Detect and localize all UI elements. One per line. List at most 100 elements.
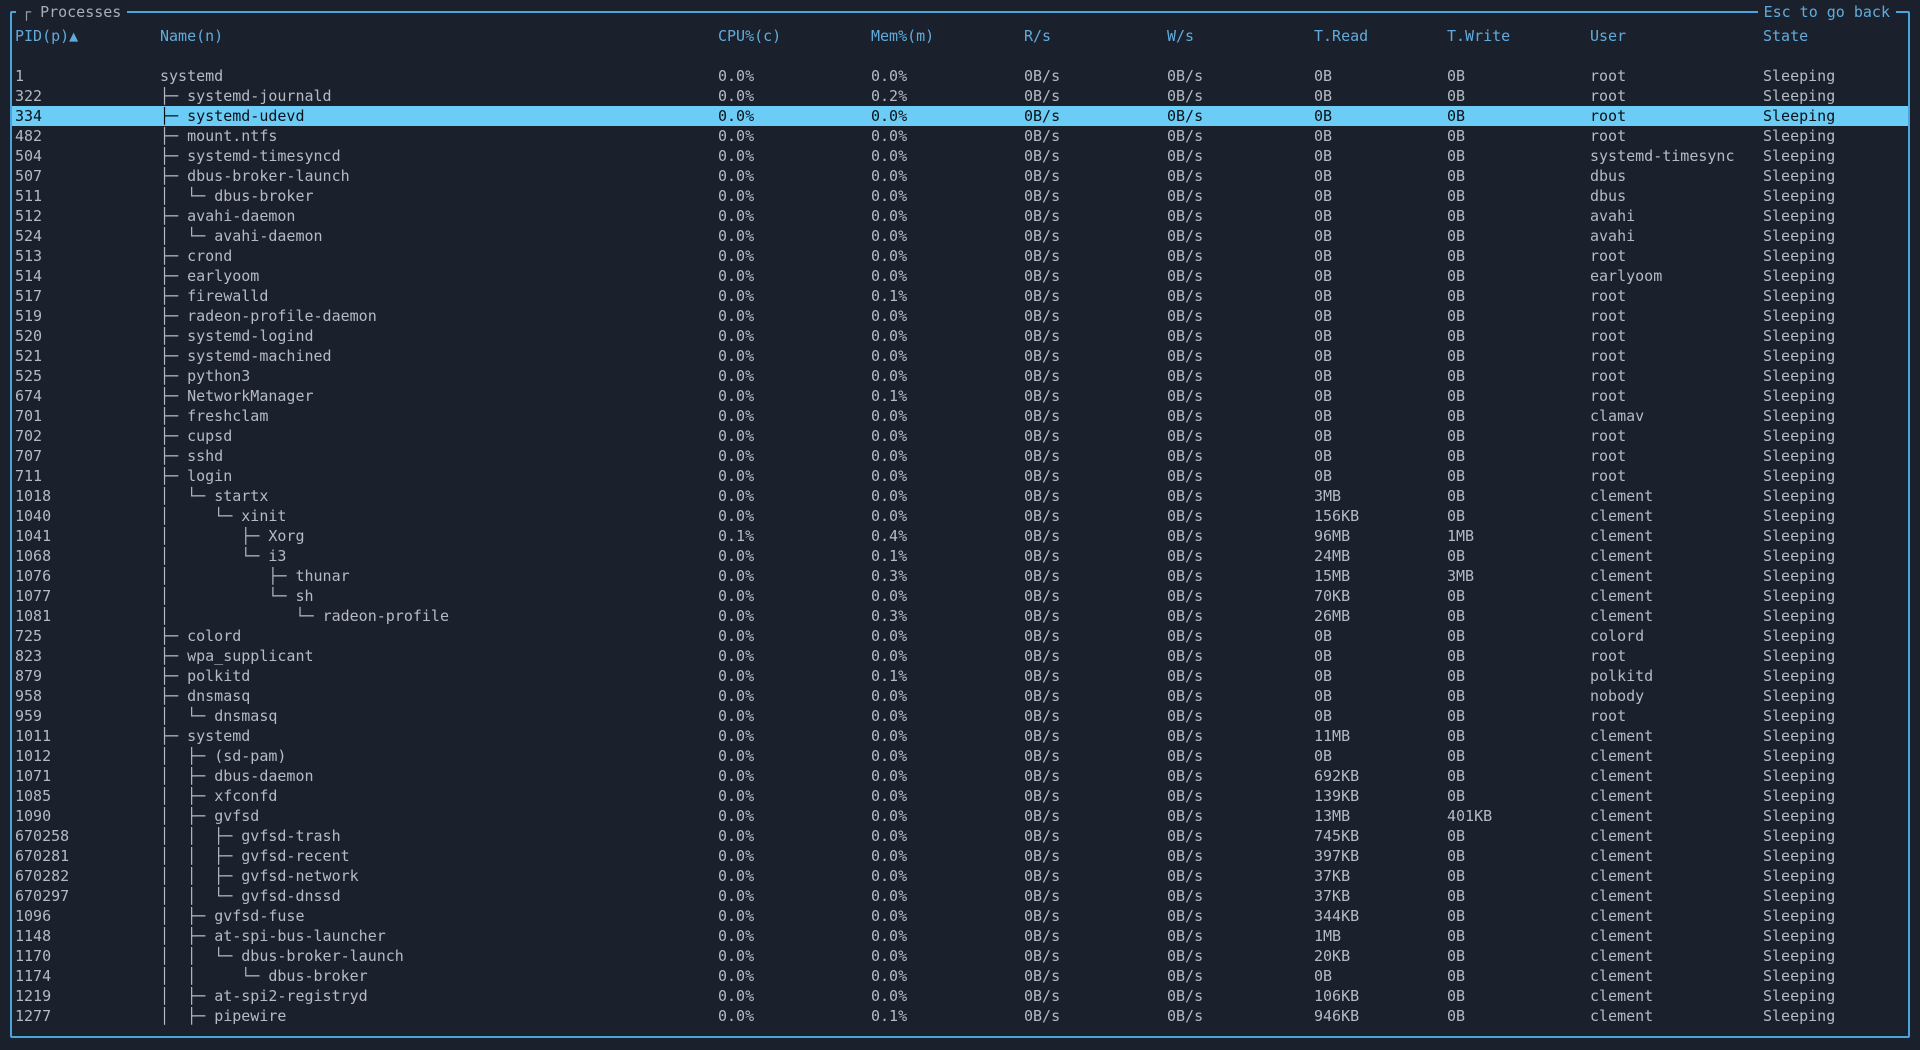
process-name: gvfsd-network xyxy=(241,867,358,885)
process-row[interactable]: 334 ├─ systemd-udevd 0.0% 0.0% 0B/s 0B/s… xyxy=(12,106,1908,126)
total-read-cell: 745KB xyxy=(1314,826,1447,846)
name-cell: │ │ └─ gvfsd-dnssd xyxy=(160,886,718,906)
process-row[interactable]: 701 ├─ freshclam 0.0% 0.0% 0B/s 0B/s 0B … xyxy=(12,406,1908,426)
state-cell: Sleeping xyxy=(1763,646,1908,666)
column-header-mem[interactable]: Mem%(m) xyxy=(871,26,1024,46)
total-read-cell: 0B xyxy=(1314,66,1447,86)
process-row[interactable]: 958 ├─ dnsmasq 0.0% 0.0% 0B/s 0B/s 0B 0B… xyxy=(12,686,1908,706)
cpu-cell: 0.0% xyxy=(718,766,871,786)
process-row[interactable]: 482 ├─ mount.ntfs 0.0% 0.0% 0B/s 0B/s 0B… xyxy=(12,126,1908,146)
process-row[interactable]: 1148 │ ├─ at-spi-bus-launcher 0.0% 0.0% … xyxy=(12,926,1908,946)
process-row[interactable]: 1170 │ │ └─ dbus-broker-launch 0.0% 0.0%… xyxy=(12,946,1908,966)
process-name: cupsd xyxy=(187,427,232,445)
column-header-pid[interactable]: PID(p)▲ xyxy=(15,26,160,46)
process-row[interactable]: 1011 ├─ systemd 0.0% 0.0% 0B/s 0B/s 11MB… xyxy=(12,726,1908,746)
process-row[interactable]: 1018 │ └─ startx 0.0% 0.0% 0B/s 0B/s 3MB… xyxy=(12,486,1908,506)
process-row[interactable]: 514 ├─ earlyoom 0.0% 0.0% 0B/s 0B/s 0B 0… xyxy=(12,266,1908,286)
process-row[interactable]: 1277 │ ├─ pipewire 0.0% 0.1% 0B/s 0B/s 9… xyxy=(12,1006,1908,1026)
total-write-cell: 0B xyxy=(1447,426,1590,446)
name-cell: ├─ cupsd xyxy=(160,426,718,446)
column-header-wps[interactable]: W/s xyxy=(1167,26,1314,46)
process-row[interactable]: 1096 │ ├─ gvfsd-fuse 0.0% 0.0% 0B/s 0B/s… xyxy=(12,906,1908,926)
process-row[interactable]: 520 ├─ systemd-logind 0.0% 0.0% 0B/s 0B/… xyxy=(12,326,1908,346)
user-cell: root xyxy=(1590,346,1763,366)
process-row[interactable]: 511 │ └─ dbus-broker 0.0% 0.0% 0B/s 0B/s… xyxy=(12,186,1908,206)
process-row[interactable]: 504 ├─ systemd-timesyncd 0.0% 0.0% 0B/s … xyxy=(12,146,1908,166)
total-read-cell: 0B xyxy=(1314,706,1447,726)
column-header-user[interactable]: User xyxy=(1590,26,1763,46)
write-rate-cell: 0B/s xyxy=(1167,246,1314,266)
cpu-cell: 0.0% xyxy=(718,286,871,306)
total-read-cell: 11MB xyxy=(1314,726,1447,746)
pid-cell: 525 xyxy=(15,366,160,386)
read-rate-cell: 0B/s xyxy=(1024,406,1167,426)
column-header-name[interactable]: Name(n) xyxy=(160,26,718,46)
process-row[interactable]: 521 ├─ systemd-machined 0.0% 0.0% 0B/s 0… xyxy=(12,346,1908,366)
process-row[interactable]: 1068 │ └─ i3 0.0% 0.1% 0B/s 0B/s 24MB 0B… xyxy=(12,546,1908,566)
read-rate-cell: 0B/s xyxy=(1024,586,1167,606)
name-cell: ├─ dbus-broker-launch xyxy=(160,166,718,186)
state-cell: Sleeping xyxy=(1763,706,1908,726)
process-row[interactable]: 1090 │ ├─ gvfsd 0.0% 0.0% 0B/s 0B/s 13MB… xyxy=(12,806,1908,826)
process-row[interactable]: 670281 │ │ ├─ gvfsd-recent 0.0% 0.0% 0B/… xyxy=(12,846,1908,866)
pid-cell: 674 xyxy=(15,386,160,406)
process-row[interactable]: 1081 │ └─ radeon-profile 0.0% 0.3% 0B/s … xyxy=(12,606,1908,626)
process-row[interactable]: 702 ├─ cupsd 0.0% 0.0% 0B/s 0B/s 0B 0B r… xyxy=(12,426,1908,446)
process-row[interactable]: 1 systemd 0.0% 0.0% 0B/s 0B/s 0B 0B root… xyxy=(12,66,1908,86)
total-read-cell: 0B xyxy=(1314,626,1447,646)
column-header-rps[interactable]: R/s xyxy=(1024,26,1167,46)
process-row[interactable]: 1071 │ ├─ dbus-daemon 0.0% 0.0% 0B/s 0B/… xyxy=(12,766,1908,786)
process-row[interactable]: 674 ├─ NetworkManager 0.0% 0.1% 0B/s 0B/… xyxy=(12,386,1908,406)
read-rate-cell: 0B/s xyxy=(1024,606,1167,626)
process-row[interactable]: 322 ├─ systemd-journald 0.0% 0.2% 0B/s 0… xyxy=(12,86,1908,106)
process-name: dnsmasq xyxy=(187,687,250,705)
column-header-tread[interactable]: T.Read xyxy=(1314,26,1447,46)
pid-cell: 1277 xyxy=(15,1006,160,1026)
process-row[interactable]: 512 ├─ avahi-daemon 0.0% 0.0% 0B/s 0B/s … xyxy=(12,206,1908,226)
process-row[interactable]: 823 ├─ wpa_supplicant 0.0% 0.0% 0B/s 0B/… xyxy=(12,646,1908,666)
process-row[interactable]: 725 ├─ colord 0.0% 0.0% 0B/s 0B/s 0B 0B … xyxy=(12,626,1908,646)
process-row[interactable]: 707 ├─ sshd 0.0% 0.0% 0B/s 0B/s 0B 0B ro… xyxy=(12,446,1908,466)
process-row[interactable]: 1085 │ ├─ xfconfd 0.0% 0.0% 0B/s 0B/s 13… xyxy=(12,786,1908,806)
mem-cell: 0.0% xyxy=(871,246,1024,266)
total-write-cell: 0B xyxy=(1447,166,1590,186)
process-row[interactable]: 519 ├─ radeon-profile-daemon 0.0% 0.0% 0… xyxy=(12,306,1908,326)
process-row[interactable]: 507 ├─ dbus-broker-launch 0.0% 0.0% 0B/s… xyxy=(12,166,1908,186)
process-row[interactable]: 1077 │ └─ sh 0.0% 0.0% 0B/s 0B/s 70KB 0B… xyxy=(12,586,1908,606)
process-row[interactable]: 1012 │ ├─ (sd-pam) 0.0% 0.0% 0B/s 0B/s 0… xyxy=(12,746,1908,766)
process-row[interactable]: 711 ├─ login 0.0% 0.0% 0B/s 0B/s 0B 0B r… xyxy=(12,466,1908,486)
cpu-cell: 0.0% xyxy=(718,126,871,146)
pid-cell: 1219 xyxy=(15,986,160,1006)
column-header-twrite[interactable]: T.Write xyxy=(1447,26,1590,46)
user-cell: root xyxy=(1590,66,1763,86)
process-row[interactable]: 513 ├─ crond 0.0% 0.0% 0B/s 0B/s 0B 0B r… xyxy=(12,246,1908,266)
process-row[interactable]: 670297 │ │ └─ gvfsd-dnssd 0.0% 0.0% 0B/s… xyxy=(12,886,1908,906)
process-row[interactable]: 879 ├─ polkitd 0.0% 0.1% 0B/s 0B/s 0B 0B… xyxy=(12,666,1908,686)
process-name: sh xyxy=(295,587,313,605)
process-row[interactable]: 1076 │ ├─ thunar 0.0% 0.3% 0B/s 0B/s 15M… xyxy=(12,566,1908,586)
column-header-state[interactable]: State xyxy=(1763,26,1908,46)
process-row[interactable]: 670282 │ │ ├─ gvfsd-network 0.0% 0.0% 0B… xyxy=(12,866,1908,886)
process-row[interactable]: 1040 │ └─ xinit 0.0% 0.0% 0B/s 0B/s 156K… xyxy=(12,506,1908,526)
column-header-cpu[interactable]: CPU%(c) xyxy=(718,26,871,46)
process-row[interactable]: 1219 │ ├─ at-spi2-registryd 0.0% 0.0% 0B… xyxy=(12,986,1908,1006)
process-row[interactable]: 517 ├─ firewalld 0.0% 0.1% 0B/s 0B/s 0B … xyxy=(12,286,1908,306)
state-cell: Sleeping xyxy=(1763,146,1908,166)
process-row[interactable]: 1041 │ ├─ Xorg 0.1% 0.4% 0B/s 0B/s 96MB … xyxy=(12,526,1908,546)
cpu-cell: 0.0% xyxy=(718,406,871,426)
process-row[interactable]: 1174 │ │ └─ dbus-broker 0.0% 0.0% 0B/s 0… xyxy=(12,966,1908,986)
process-row[interactable]: 524 │ └─ avahi-daemon 0.0% 0.0% 0B/s 0B/… xyxy=(12,226,1908,246)
total-write-cell: 0B xyxy=(1447,826,1590,846)
user-cell: clement xyxy=(1590,946,1763,966)
process-row[interactable]: 670258 │ │ ├─ gvfsd-trash 0.0% 0.0% 0B/s… xyxy=(12,826,1908,846)
process-row[interactable]: 959 │ └─ dnsmasq 0.0% 0.0% 0B/s 0B/s 0B … xyxy=(12,706,1908,726)
total-write-cell: 0B xyxy=(1447,946,1590,966)
process-row[interactable]: 525 ├─ python3 0.0% 0.0% 0B/s 0B/s 0B 0B… xyxy=(12,366,1908,386)
pid-cell: 707 xyxy=(15,446,160,466)
name-cell: ├─ freshclam xyxy=(160,406,718,426)
user-cell: clement xyxy=(1590,546,1763,566)
pid-cell: 524 xyxy=(15,226,160,246)
total-read-cell: 0B xyxy=(1314,146,1447,166)
name-cell: ├─ systemd xyxy=(160,726,718,746)
read-rate-cell: 0B/s xyxy=(1024,906,1167,926)
